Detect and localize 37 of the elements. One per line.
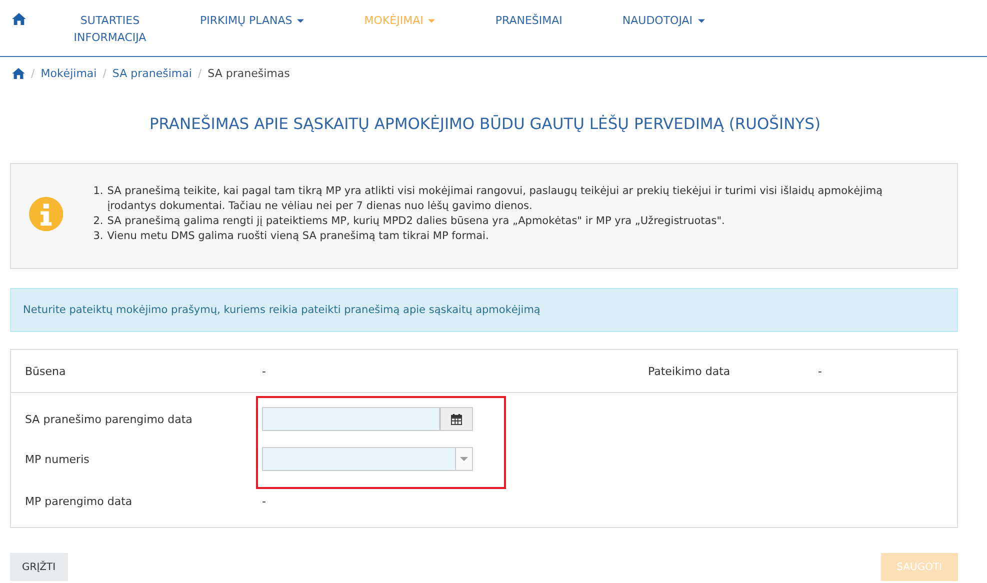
field-value: - [818,364,822,378]
date-field[interactable] [262,407,440,431]
calendar-button[interactable] [440,407,473,431]
info-item: Vienu metu DMS galima ruošti vieną SA pranešimą tam tikrai MP formai. [107,229,489,244]
breadcrumb-link[interactable]: Mokėjimai [40,67,97,80]
field-label: Pateikimo data [648,364,732,378]
list-number: 2. [93,214,104,229]
caret-icon [698,19,705,23]
breadcrumb-separator: / [102,67,106,80]
nav-tab[interactable]: NAUDOTOJAI [622,12,705,29]
back-button[interactable]: GRĮŽTI [10,553,68,581]
nav-tab[interactable]: PIRKIMŲ PLANAS [200,12,304,29]
caret-icon [428,19,436,23]
breadcrumb-separator: / [31,67,35,80]
home-icon[interactable] [12,13,26,25]
breadcrumb-link[interactable]: SA pranešimai [112,67,192,80]
calendar-icon [451,414,462,424]
field-label: MP parengimo data [25,494,134,508]
field-label: SA pranešimo parengimo data [25,412,194,426]
home-icon[interactable] [12,68,25,79]
field-value: - [262,494,266,508]
select-field[interactable] [262,447,473,471]
alert-message: Neturite pateiktų mokėjimo prašymų, kuriems reikia pateikti pranešimą apie sąskaitų apmokėjimą [10,288,958,332]
list-number: 3. [93,229,104,244]
field-label: Būsena [25,364,67,378]
field-value: - [262,364,266,378]
page-title: PRANEŠIMAS APIE SĄSKAITŲ APMOKĖJIMO BŪDU GAUTŲ LĖŠŲ PERVEDIMĄ (RUOŠINYS) [148,115,822,133]
breadcrumb-current: SA pranešimas [208,67,290,80]
caret-icon [297,19,304,23]
field-label: MP numeris [25,452,90,466]
info-item: SA pranešimą galima rengti jį pateiktiems MP, kurių MPD2 dalies būsena yra „Apmokėtas" ir MP yra „Užregistruotas". [107,214,725,229]
list-number: 1. [93,184,104,199]
dropdown-arrow-icon [460,457,468,461]
nav-tab[interactable]: PRANEŠIMAI [495,12,562,29]
info-item: SA pranešimą teikite, kai pagal tam tikrą MP yra atlikti visi mokėjimai rangovui, paslaugų teikėjui ar prekių tiekėjui ir turimi visi išlaidų apmokėjimą įrodantys dokumentai. Tačiau ne vėliau nei per 7 dienas nuo lėšų gavimo dienos. [107,184,884,214]
breadcrumb-separator: / [198,67,202,80]
nav-tab[interactable]: SUTARTIES INFORMACIJA [70,12,150,46]
